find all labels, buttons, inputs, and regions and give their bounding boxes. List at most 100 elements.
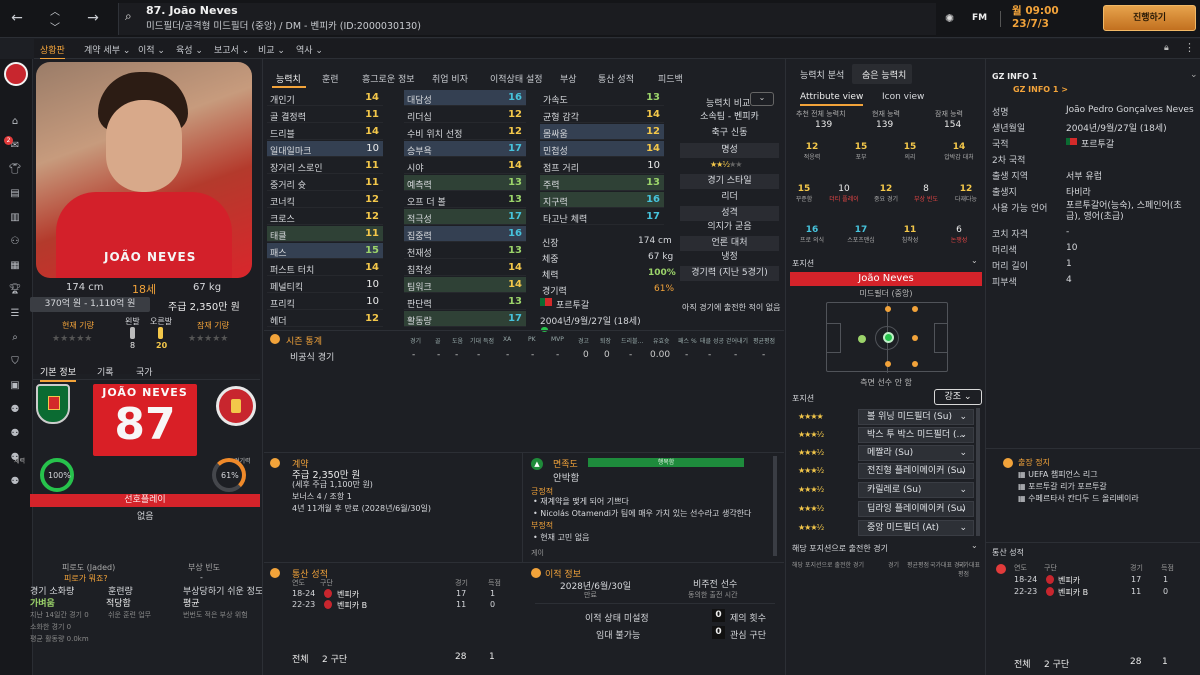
bug-icon[interactable]: ✺ [945,12,954,25]
attr-row: 태클 11 [267,226,383,242]
season-stats-icon [270,334,280,344]
attr-row: 오프 더 볼 13 [404,192,526,208]
tab-basic-info[interactable]: 기본 정보 [40,365,76,382]
career-row-1-club[interactable]: 벤피카 [337,589,359,600]
tab-feedback[interactable]: 피드백 [658,72,683,85]
squad-icon[interactable]: 👕︎ [7,164,23,176]
career-total-label: 전체 [292,655,309,665]
tab-career-stats[interactable]: 통산 성적 [598,72,634,85]
role-button[interactable]: 박스 투 박스 미드필더 (... ⌄ [858,427,974,443]
competition-icon[interactable]: 🏆︎ [7,284,23,296]
role-stars: ★★★½ [798,504,824,513]
career-divider [264,562,784,563]
up-chevron-icon[interactable]: ︿ [46,3,64,18]
attr-value: 17 [508,313,522,324]
data-icon[interactable]: ☰ [7,308,23,320]
career-row-1-apps: 17 [456,589,467,598]
role-row[interactable]: ★★★½ 카릴레로 (Su) ⌄ [792,482,976,498]
contract-net-wage: (세후 주급 1,100만 원) [292,480,373,489]
emphasis-dropdown[interactable]: 강조 ⌄ [934,389,982,405]
search-icon[interactable]: ⌕ [125,9,132,24]
role-button[interactable]: 메짤라 (Su) ⌄ [858,445,974,461]
staff-icon[interactable]: ⚇ [7,236,23,248]
menu-contract[interactable]: 계약 세부 ⌄ [84,43,130,56]
tab-nation[interactable]: 국가 [136,365,153,378]
tab-injury[interactable]: 부상 [560,72,577,85]
role-row[interactable]: ★★★½ 딥라잉 플레이메이커 (Su) ⌄ [792,501,976,517]
down-chevron-icon[interactable]: ﹀ [46,19,64,34]
bio-dob: 2004년/9월/27일 (18세) [540,317,641,327]
benfica-badge-icon[interactable] [4,62,28,86]
tab-transfer-status[interactable]: 이적상태 설정 [490,72,543,85]
dynamics-icon[interactable]: ▥ [7,212,23,224]
season-stats-title[interactable]: 시즌 통계 [286,334,322,347]
roles-scrollbar[interactable] [976,408,980,536]
tab-work-permit[interactable]: 취업 비자 [432,72,468,85]
home-icon[interactable]: ⌂ [7,116,23,128]
menu-reports[interactable]: 보고서 ⌄ [214,43,249,56]
transfer-date-label: 만료 [584,591,597,599]
career-right-total-apps: 28 [1130,657,1142,667]
attr-name: 점프 거리 [543,164,579,174]
role-row[interactable]: ★★★½ 메짤라 (Su) ⌄ [792,445,976,461]
gz-value: 1 [1066,259,1072,269]
role-row[interactable]: ★★★½ 박스 투 박스 미드필더 (... ⌄ [792,427,976,443]
schedule-icon[interactable]: ▦ [7,260,23,272]
role-button[interactable]: 전진형 플레이메이커 (Su) ⌄ [858,463,974,479]
gz-info-scroll-icon[interactable]: ⌄ [1190,70,1198,80]
compare-label: 능력치 비교 [706,99,751,109]
menu-history[interactable]: 역사 ⌄ [296,43,323,56]
mood-scrollbar[interactable] [773,456,777,556]
tab-training[interactable]: 훈련 [322,72,339,85]
menu-overview[interactable]: 상황판 [40,43,65,60]
role-row[interactable]: ★★★★ 볼 위닝 미드필더 (Su) ⌄ [792,409,976,425]
tab-interesting-info[interactable]: 흥그로운 정보 [362,72,415,85]
career-right-row-1-club[interactable]: 벤피카 [1058,575,1080,586]
gz-info-link[interactable]: GZ INFO 1 > [1013,85,1068,94]
pos-matches-dropdown-icon[interactable]: ⌄ [971,541,978,550]
banned-competition: 포르투갈 리가 포르투갈 [1028,482,1107,491]
game-date[interactable]: 월 09:00 23/7/3 [1012,5,1059,31]
attr-row: 중거리 슛 11 [267,175,383,191]
back-arrow-icon[interactable]: ← [8,10,26,26]
potential-ability-label: 잠재 기량 [197,321,229,330]
scouting-icon[interactable]: ⌕ [7,332,23,344]
menu-transfer[interactable]: 이적 ⌄ [138,43,165,56]
more-icon[interactable]: ⋮ [1184,41,1195,54]
club-icon[interactable]: ⛉ [7,356,23,368]
career-row-2-club[interactable]: 벤피카 B [337,600,367,611]
transfer-availability: 이적 상태 미설정 [585,614,649,624]
tactics-icon[interactable]: ▤ [7,188,23,200]
tab-records[interactable]: 기록 [97,365,114,378]
tab-attribute-view[interactable]: Attribute view [800,92,864,106]
menu-compare[interactable]: 비교 ⌄ [258,43,285,56]
people-icon[interactable]: ⚉ [7,404,23,416]
career-right-row-2-club[interactable]: 벤피카 B [1058,587,1088,598]
fm-logo[interactable]: FM [972,13,987,23]
position-dropdown-icon[interactable]: ⌄ [971,256,978,265]
mood-title[interactable]: 면족도 [553,457,578,470]
compare-dropdown[interactable]: ⌄ [750,92,774,106]
tab-ability-analysis[interactable]: 능력치 분석 [800,68,844,81]
role-button[interactable]: 카릴레로 (Su) ⌄ [858,482,974,498]
role-button[interactable]: 중앙 미드필더 (At) ⌄ [858,520,974,536]
tab-attributes[interactable]: 능력치 [276,72,301,85]
role-button[interactable]: 딥라잉 플레이메이커 (Su) ⌄ [858,501,974,517]
lock-icon[interactable]: 🔒︎ [1164,43,1169,53]
bio-height-value: 174 cm [638,236,672,246]
forward-arrow-icon[interactable]: → [84,10,102,26]
tab-hidden-attributes[interactable]: 숨은 능력치 [862,68,906,81]
hidden-label: 부상 빈도 [914,196,938,203]
pa-label: 잠재 능력 [935,110,963,118]
role-row[interactable]: ★★★½ 전진형 플레이메이커 (Su) ⌄ [792,463,976,479]
menu-development[interactable]: 육성 ⌄ [176,43,203,56]
training-icon[interactable]: ⚉ [7,428,23,440]
finance-icon[interactable]: ▣ [7,380,23,392]
top-divider [1000,11,1001,27]
col-assists: 도움 [452,338,464,345]
continue-button[interactable]: 진행하기 [1103,5,1196,31]
role-button[interactable]: 볼 위닝 미드필더 (Su) ⌄ [858,409,974,425]
development-icon[interactable]: ⚉ [7,476,23,488]
tab-icon-view[interactable]: Icon view [882,92,924,102]
role-row[interactable]: ★★★½ 중앙 미드필더 (At) ⌄ [792,520,976,536]
